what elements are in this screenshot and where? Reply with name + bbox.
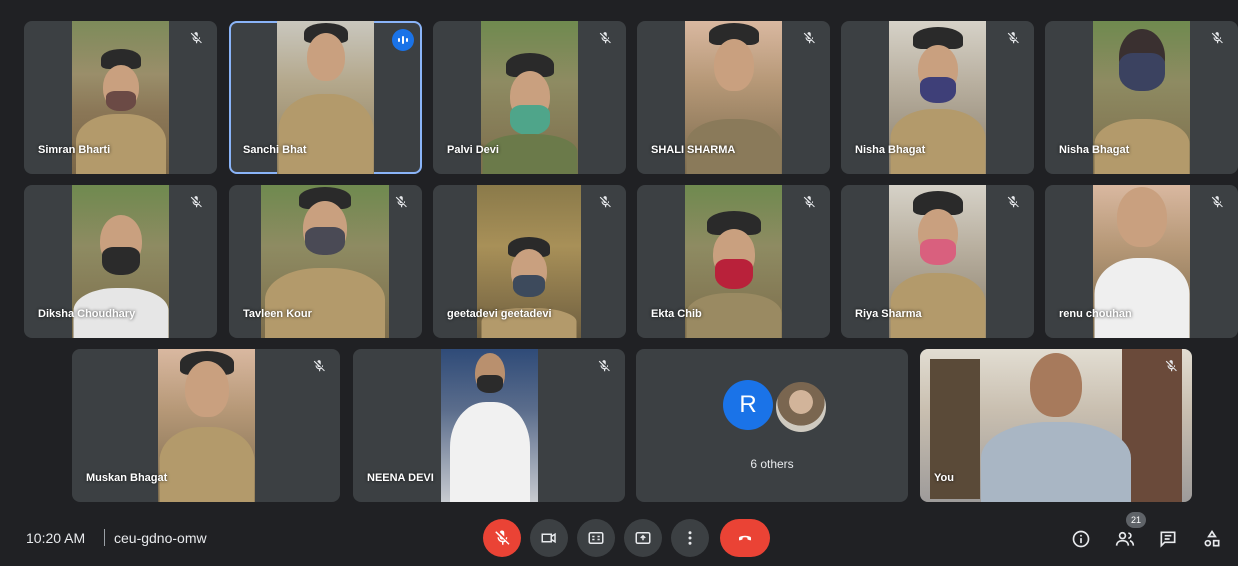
people-icon <box>1115 531 1135 546</box>
participant-tile[interactable]: Tavleen Kour <box>229 185 422 338</box>
chat-icon <box>1160 531 1176 548</box>
chat-button[interactable] <box>1156 527 1180 551</box>
participant-name: renu chouhan <box>1059 308 1132 320</box>
participant-name: NEENA DEVI <box>367 472 434 484</box>
mic-toggle-button[interactable] <box>483 519 521 557</box>
present-icon <box>635 532 651 544</box>
participant-name: Tavleen Kour <box>243 308 312 320</box>
participant-tile[interactable]: renu chouhan <box>1045 185 1238 338</box>
participant-tile[interactable]: NEENA DEVI <box>353 349 625 502</box>
activities-button[interactable] <box>1200 527 1224 551</box>
mic-off-icon <box>495 530 510 545</box>
mic-off-icon <box>1208 195 1226 213</box>
meeting-code: ceu-gdno-omw <box>114 530 207 546</box>
participant-tile[interactable]: Palvi Devi <box>433 21 626 174</box>
participant-tile[interactable]: Nisha Bhagat <box>1045 21 1238 174</box>
participant-tile[interactable]: geetadevi geetadevi <box>433 185 626 338</box>
participant-name: Ekta Chib <box>651 308 702 320</box>
mic-off-icon <box>1162 359 1180 377</box>
others-tile[interactable] <box>636 349 908 502</box>
participant-video <box>158 349 255 502</box>
present-now-button[interactable] <box>624 519 662 557</box>
participant-tile[interactable]: Diksha Choudhary <box>24 185 217 338</box>
mic-off-icon <box>1004 31 1022 49</box>
more-options-icon <box>688 531 692 545</box>
mic-off-icon <box>1208 31 1226 49</box>
participant-tile[interactable]: Riya Sharma <box>841 185 1034 338</box>
others-count-label: 6 others <box>750 457 794 471</box>
participant-name: You <box>934 472 954 484</box>
mic-off-icon <box>595 359 613 377</box>
activities-icon <box>1204 529 1220 547</box>
avatar: R <box>723 380 773 430</box>
participant-tile[interactable]: SHALI SHARMA <box>637 21 830 174</box>
camera-toggle-button[interactable] <box>530 519 568 557</box>
participant-tile[interactable]: Simran Bharti <box>24 21 217 174</box>
participant-count-badge: 21 <box>1126 512 1146 528</box>
participant-tile[interactable]: Ekta Chib <box>637 185 830 338</box>
mic-off-icon <box>310 359 328 377</box>
participant-tile[interactable]: Nisha Bhagat <box>841 21 1034 174</box>
avatar <box>774 380 828 434</box>
info-icon <box>1072 530 1090 548</box>
mic-off-icon <box>800 31 818 49</box>
participant-tile[interactable]: Muskan Bhagat <box>72 349 340 502</box>
participant-name: Diksha Choudhary <box>38 308 136 320</box>
participant-name: SHALI SHARMA <box>651 144 736 156</box>
mic-off-icon <box>800 195 818 213</box>
people-button[interactable] <box>1113 527 1137 551</box>
mic-off-icon <box>596 31 614 49</box>
participant-name: Sanchi Bhat <box>243 144 307 156</box>
participant-video <box>920 349 1192 502</box>
participant-name: Palvi Devi <box>447 144 499 156</box>
speaking-indicator-icon <box>392 29 414 51</box>
camera-icon <box>541 532 556 544</box>
participant-video <box>441 349 538 502</box>
participant-name: Riya Sharma <box>855 308 922 320</box>
participant-name: Nisha Bhagat <box>855 144 926 156</box>
captions-button[interactable] <box>577 519 615 557</box>
mic-off-icon <box>187 31 205 49</box>
participant-name: Simran Bharti <box>38 144 111 156</box>
captions-icon <box>588 532 604 544</box>
meeting-time: 10:20 AM <box>26 530 86 546</box>
mic-off-icon <box>1004 195 1022 213</box>
leave-call-button[interactable] <box>720 519 770 557</box>
meeting-details-button[interactable] <box>1069 527 1093 551</box>
mic-off-icon <box>596 195 614 213</box>
participant-tile-active-speaker[interactable]: Sanchi Bhat <box>229 21 422 174</box>
hang-up-icon <box>739 535 751 541</box>
self-view-tile[interactable]: You <box>920 349 1192 502</box>
participant-name: geetadevi geetadevi <box>447 308 552 320</box>
mic-off-icon <box>187 195 205 213</box>
divider <box>104 529 105 546</box>
participant-name: Nisha Bhagat <box>1059 144 1130 156</box>
participant-name: Muskan Bhagat <box>86 472 168 484</box>
mic-off-icon <box>392 195 410 213</box>
more-options-button[interactable] <box>671 519 709 557</box>
